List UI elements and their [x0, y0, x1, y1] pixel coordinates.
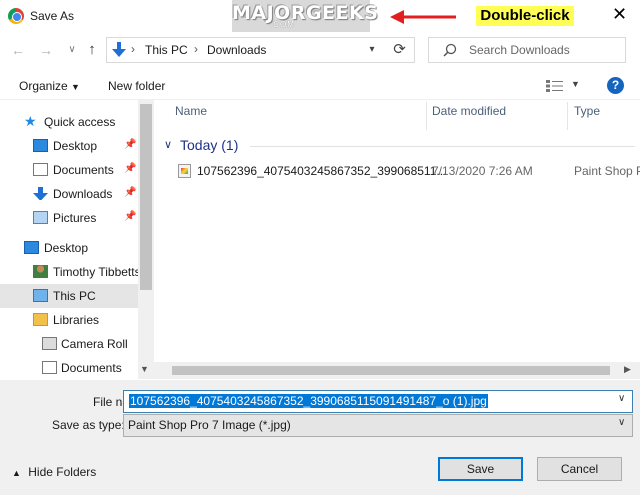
search-box[interactable]: Search Downloads — [428, 37, 626, 63]
sidebar-item-label: Camera Roll — [61, 337, 128, 351]
sidebar-item-label: Timothy Tibbetts — [53, 265, 141, 279]
command-bar: Organize ▼ New folder ▼ ? — [0, 70, 640, 100]
sidebar-item-library-documents[interactable]: Documents — [0, 356, 138, 379]
chevron-down-icon[interactable]: ∨ — [618, 417, 625, 428]
hide-folders-button[interactable]: ▲ Hide Folders — [12, 465, 96, 479]
pin-icon: 📌 — [124, 211, 137, 222]
watermark-logo-suffix: .COM — [270, 20, 295, 29]
close-window-button[interactable]: ✕ — [612, 4, 627, 25]
watermark-logo: MAJORGEEKS — [232, 0, 378, 32]
star-icon: ★ — [24, 113, 37, 129]
column-header-name[interactable]: Name — [175, 104, 207, 126]
sidebar-item-label: Libraries — [53, 313, 100, 327]
chevron-down-icon[interactable]: ∨ — [618, 393, 625, 404]
pin-icon: 📌 — [124, 139, 137, 150]
sidebar-item-libraries[interactable]: Libraries — [0, 308, 138, 332]
scroll-down-arrow-icon[interactable]: ▼ — [140, 364, 149, 374]
window-title: Save As — [30, 9, 75, 23]
camera-roll-icon — [42, 337, 57, 350]
horizontal-scrollbar-thumb[interactable] — [172, 366, 610, 375]
downloads-icon — [112, 42, 126, 57]
sidebar-item-label: Documents — [61, 361, 122, 375]
sidebar-item-pictures-pinned[interactable]: Pictures 📌 — [0, 206, 138, 230]
sidebar-item-label: Desktop — [53, 139, 98, 153]
group-divider — [250, 146, 635, 147]
sidebar-item-label: Quick access — [44, 115, 116, 129]
navigation-pane: ★ Quick access Desktop 📌 Documents 📌 Dow… — [0, 100, 154, 379]
column-divider[interactable] — [567, 102, 568, 130]
breadcrumb-separator: › — [194, 42, 198, 56]
save-button[interactable]: Save — [438, 457, 523, 481]
sidebar-item-label: Pictures — [53, 211, 97, 225]
breadcrumb-separator: › — [131, 42, 135, 56]
double-click-annotation: Double-click — [476, 6, 574, 26]
scroll-right-arrow-icon[interactable]: ▶ — [624, 364, 631, 375]
save-as-type-label: Save as type: — [52, 418, 125, 432]
breadcrumb-downloads[interactable]: Downloads — [207, 43, 266, 57]
user-icon — [33, 265, 48, 278]
sidebar-item-label: This PC — [53, 289, 96, 303]
file-row[interactable]: 107562396_4075403245867352_399068511... … — [160, 159, 640, 183]
sidebar-item-camera-roll[interactable]: Camera Roll — [0, 332, 138, 356]
sidebar-item-user[interactable]: Timothy Tibbetts — [0, 260, 141, 284]
sidebar-item-label: Downloads — [53, 187, 113, 201]
navigation-scrollbar-thumb[interactable] — [140, 104, 152, 290]
column-header-date[interactable]: Date modified — [432, 104, 506, 126]
file-date-cell: 7/13/2020 7:26 AM — [432, 164, 533, 178]
chrome-icon — [8, 8, 24, 24]
sidebar-item-documents-pinned[interactable]: Documents 📌 — [0, 158, 138, 182]
column-divider[interactable] — [426, 102, 427, 130]
pc-icon — [33, 289, 48, 302]
file-name-cell: 107562396_4075403245867352_399068511... — [197, 164, 447, 178]
pin-icon: 📌 — [124, 163, 137, 174]
sidebar-item-this-pc[interactable]: This PC — [0, 284, 138, 308]
up-button[interactable]: ↑ — [83, 40, 101, 60]
pictures-icon — [33, 211, 48, 224]
sidebar-item-label: Desktop — [44, 241, 89, 255]
image-file-icon — [178, 164, 191, 178]
file-type-cell: Paint Shop Pro — [574, 164, 640, 178]
group-collapse-chevron-icon[interactable]: ∨ — [164, 138, 172, 151]
refresh-button[interactable]: ⟳ — [385, 37, 415, 63]
desktop-icon — [24, 241, 39, 254]
search-input[interactable]: Search Downloads — [469, 43, 570, 57]
desktop-icon — [33, 139, 48, 152]
documents-icon — [42, 361, 57, 374]
hide-folders-label: Hide Folders — [28, 465, 97, 479]
help-button[interactable]: ? — [607, 77, 624, 94]
group-header-today[interactable]: Today (1) — [180, 137, 238, 153]
sidebar-item-desktop[interactable]: Desktop — [0, 236, 138, 260]
organize-menu-button[interactable]: Organize ▼ — [19, 79, 80, 93]
save-as-type-value: Paint Shop Pro 7 Image (*.jpg) — [128, 418, 291, 432]
red-arrow-annotation — [390, 10, 456, 24]
file-name-input[interactable]: 107562396_4075403245867352_3990685115091… — [129, 394, 488, 408]
sidebar-item-downloads-pinned[interactable]: Downloads 📌 — [0, 182, 138, 206]
forward-button[interactable]: → — [37, 40, 55, 60]
chevron-down-icon[interactable]: ▼ — [571, 79, 580, 89]
libraries-icon — [33, 313, 48, 326]
address-dropdown-button[interactable]: ▾ — [363, 37, 381, 63]
chevron-down-icon: ▼ — [71, 82, 80, 92]
search-icon — [443, 43, 457, 57]
sidebar-item-quick-access[interactable]: ★ Quick access — [0, 110, 138, 134]
downloads-icon — [33, 187, 48, 200]
cancel-button[interactable]: Cancel — [537, 457, 622, 481]
pin-icon: 📌 — [124, 187, 137, 198]
breadcrumb-this-pc[interactable]: This PC — [145, 43, 188, 57]
view-options-icon[interactable] — [546, 80, 564, 92]
sidebar-item-label: Documents — [53, 163, 114, 177]
documents-icon — [33, 163, 48, 176]
organize-label: Organize — [19, 79, 68, 93]
new-folder-button[interactable]: New folder — [108, 79, 165, 93]
back-button[interactable]: ← — [9, 40, 27, 60]
sidebar-item-desktop-pinned[interactable]: Desktop 📌 — [0, 134, 138, 158]
column-header-type[interactable]: Type — [574, 104, 600, 126]
chevron-up-icon: ▲ — [12, 468, 21, 478]
recent-locations-button[interactable]: ∨ — [63, 40, 81, 60]
